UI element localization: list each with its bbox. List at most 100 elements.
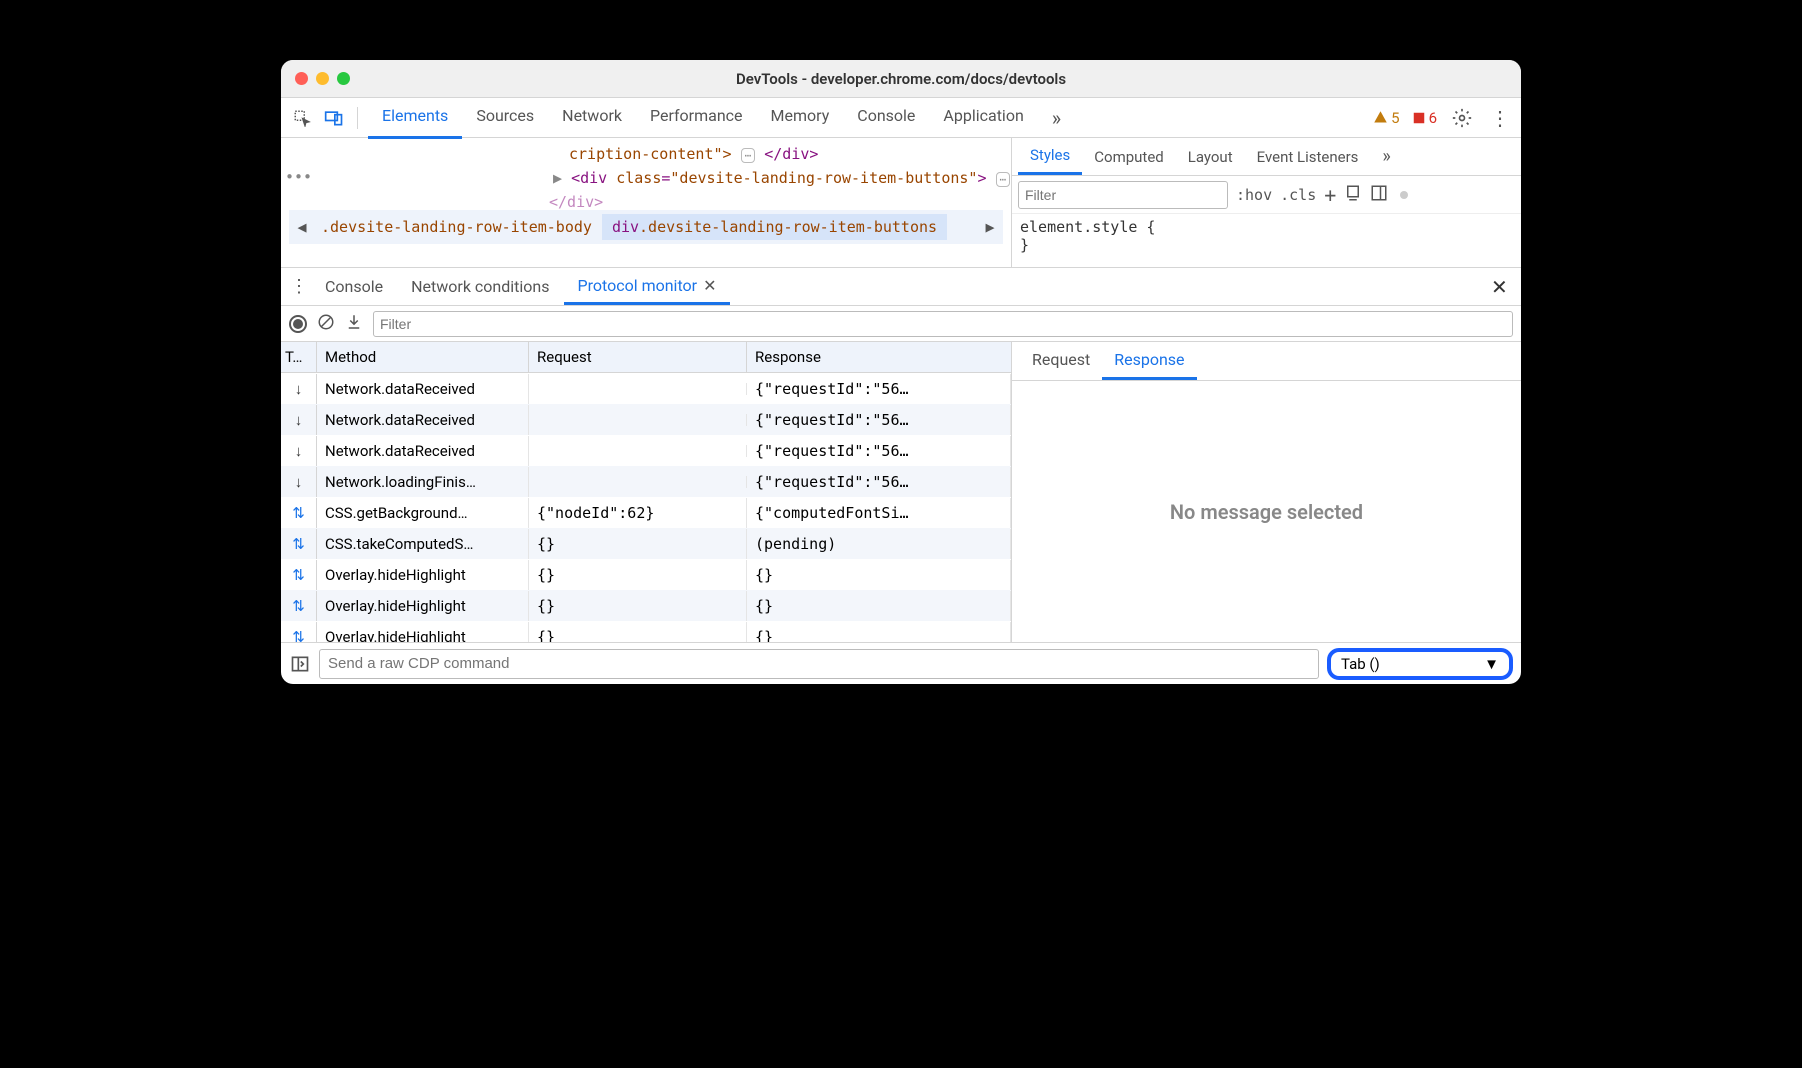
target-selector[interactable]: Tab () ▼: [1327, 648, 1513, 680]
col-method[interactable]: Method: [317, 342, 529, 372]
tab-memory[interactable]: Memory: [757, 97, 844, 139]
drawer-close-icon[interactable]: ✕: [1491, 275, 1515, 299]
pm-detail-empty: No message selected: [1012, 381, 1521, 642]
styles-tab-event-listeners[interactable]: Event Listeners: [1245, 140, 1371, 174]
drawer-tab-network-conditions[interactable]: Network conditions: [397, 270, 563, 303]
breadcrumb-item[interactable]: .devsite-landing-row-item-body: [311, 214, 602, 240]
pm-detail-tab-response[interactable]: Response: [1102, 342, 1196, 380]
cls-toggle[interactable]: .cls: [1280, 186, 1316, 204]
zoom-window-button[interactable]: [337, 72, 350, 85]
close-tab-icon[interactable]: ✕: [703, 276, 716, 295]
cell-request: {}: [529, 622, 747, 643]
cell-method: CSS.getBackground…: [317, 498, 529, 528]
flexbox-editor-icon[interactable]: [1344, 184, 1362, 206]
styles-body[interactable]: element.style { }: [1012, 214, 1521, 258]
ellipsis-icon[interactable]: •••: [285, 168, 312, 186]
hov-toggle[interactable]: :hov: [1236, 186, 1272, 204]
styles-tabs-more-icon[interactable]: »: [1370, 138, 1402, 175]
settings-icon[interactable]: [1449, 105, 1475, 131]
table-row[interactable]: ⇅CSS.takeComputedS…{}(pending): [281, 528, 1011, 559]
window-title: DevTools - developer.chrome.com/docs/dev…: [295, 70, 1507, 88]
inspect-element-icon[interactable]: [289, 105, 315, 131]
col-type[interactable]: T…: [281, 342, 317, 372]
direction-icon: ⇅: [281, 622, 317, 643]
cell-request: [529, 414, 747, 426]
save-icon[interactable]: [345, 313, 363, 335]
direction-icon: ↓: [281, 405, 317, 435]
device-toolbar-icon[interactable]: [321, 105, 347, 131]
drawer-tab-protocol-monitor[interactable]: Protocol monitor ✕: [564, 269, 731, 305]
tab-console[interactable]: Console: [843, 97, 929, 139]
tab-performance[interactable]: Performance: [636, 97, 757, 139]
toolbar-right: 5 6 ⋮: [1373, 105, 1513, 131]
errors-count: 6: [1429, 109, 1437, 127]
cell-response: {"requestId":"56…: [747, 374, 1011, 404]
minimize-window-button[interactable]: [316, 72, 329, 85]
styles-panel: Styles Computed Layout Event Listeners »…: [1011, 138, 1521, 267]
computed-sidebar-icon[interactable]: [1370, 184, 1388, 206]
cell-method: CSS.takeComputedS…: [317, 529, 529, 559]
pm-filter-input[interactable]: [373, 311, 1513, 337]
drawer-tabs: ⋮ Console Network conditions Protocol mo…: [281, 268, 1521, 306]
table-row[interactable]: ↓Network.dataReceived{"requestId":"56…: [281, 373, 1011, 404]
collapse-icon[interactable]: ⋯: [741, 148, 756, 163]
tabs-more-icon[interactable]: »: [1038, 97, 1075, 139]
collapse-icon[interactable]: ⋯: [996, 172, 1011, 187]
breadcrumb-right-icon[interactable]: ▶: [981, 218, 999, 236]
breadcrumb: ◀ .devsite-landing-row-item-body div.dev…: [289, 210, 1003, 244]
direction-icon: ↓: [281, 436, 317, 466]
table-row[interactable]: ↓Network.dataReceived{"requestId":"56…: [281, 435, 1011, 466]
cell-method: Network.loadingFinis…: [317, 467, 529, 497]
pm-detail-tab-request[interactable]: Request: [1020, 342, 1102, 380]
drawer-tab-console[interactable]: Console: [311, 270, 397, 303]
cell-method: Network.dataReceived: [317, 374, 529, 404]
pm-toolbar: [281, 306, 1521, 342]
pm-detail-tabs: Request Response: [1012, 342, 1521, 381]
pm-table[interactable]: T… Method Request Response ↓Network.data…: [281, 342, 1011, 642]
kebab-menu-icon[interactable]: ⋮: [1487, 105, 1513, 131]
record-icon[interactable]: [289, 315, 307, 333]
elements-styles-split: ••• cription-content"> ⋯ </div> ▶ <div c…: [281, 138, 1521, 268]
table-row[interactable]: ⇅Overlay.hideHighlight{}{}: [281, 590, 1011, 621]
tab-application[interactable]: Application: [929, 97, 1037, 139]
styles-filter-input[interactable]: [1018, 181, 1228, 209]
direction-icon: ⇅: [281, 560, 317, 590]
cell-response: {}: [747, 560, 1011, 590]
cell-request: [529, 445, 747, 457]
styles-tabs: Styles Computed Layout Event Listeners »: [1012, 138, 1521, 176]
cell-method: Overlay.hideHighlight: [317, 622, 529, 643]
table-row[interactable]: ⇅Overlay.hideHighlight{}{}: [281, 559, 1011, 590]
separator: [357, 107, 358, 129]
warnings-badge[interactable]: 5: [1373, 109, 1399, 127]
tab-elements[interactable]: Elements: [368, 97, 462, 139]
drawer-kebab-icon[interactable]: ⋮: [287, 276, 311, 297]
cell-response: {"computedFontSi…: [747, 498, 1011, 528]
table-row[interactable]: ↓Network.dataReceived{"requestId":"56…: [281, 404, 1011, 435]
cell-response: {"requestId":"56…: [747, 467, 1011, 497]
tab-network[interactable]: Network: [548, 97, 636, 139]
breadcrumb-left-icon[interactable]: ◀: [293, 218, 311, 236]
table-row[interactable]: ↓Network.loadingFinis…{"requestId":"56…: [281, 466, 1011, 497]
cell-request: {}: [529, 560, 747, 590]
table-row[interactable]: ⇅CSS.getBackground…{"nodeId":62}{"comput…: [281, 497, 1011, 528]
cdp-command-input[interactable]: [319, 649, 1319, 679]
expand-triangle-icon[interactable]: ▶: [553, 169, 562, 187]
new-style-rule-icon[interactable]: +: [1324, 183, 1336, 207]
breadcrumb-item-selected[interactable]: div.devsite-landing-row-item-buttons: [602, 214, 947, 240]
col-request[interactable]: Request: [529, 342, 747, 372]
clear-icon[interactable]: [317, 313, 335, 335]
pm-split: T… Method Request Response ↓Network.data…: [281, 342, 1521, 642]
col-response[interactable]: Response: [747, 342, 1011, 372]
table-row[interactable]: ⇅Overlay.hideHighlight{}{}: [281, 621, 1011, 642]
style-rule-line: element.style {: [1020, 218, 1513, 236]
panel-toggle-icon[interactable]: [289, 653, 311, 675]
styles-tab-computed[interactable]: Computed: [1082, 140, 1176, 174]
elements-panel[interactable]: ••• cription-content"> ⋯ </div> ▶ <div c…: [281, 138, 1011, 267]
titlebar: DevTools - developer.chrome.com/docs/dev…: [281, 60, 1521, 98]
styles-tab-layout[interactable]: Layout: [1176, 140, 1245, 174]
close-window-button[interactable]: [295, 72, 308, 85]
traffic-lights: [295, 72, 350, 85]
errors-badge[interactable]: 6: [1412, 109, 1437, 127]
styles-tab-styles[interactable]: Styles: [1018, 138, 1082, 175]
tab-sources[interactable]: Sources: [462, 97, 548, 139]
